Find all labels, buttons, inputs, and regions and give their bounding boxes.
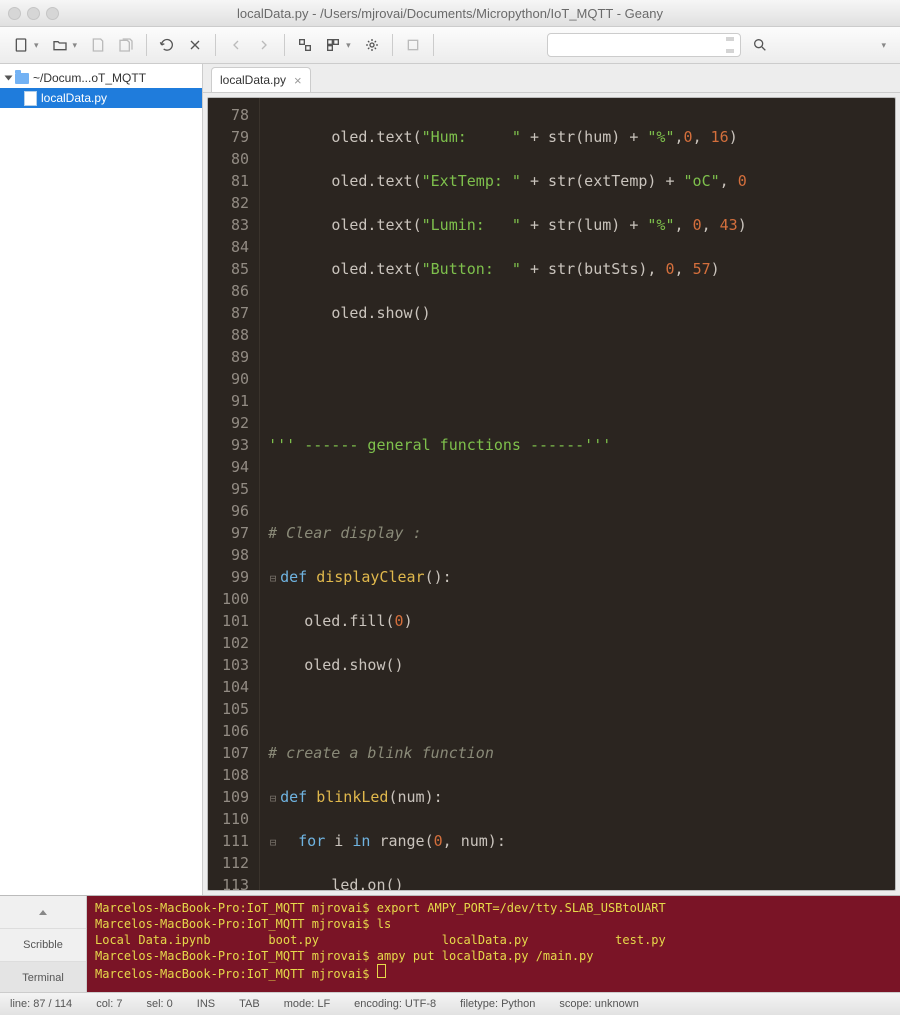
save-all-button[interactable] bbox=[113, 32, 139, 58]
toolbar-sep bbox=[146, 34, 147, 56]
status-enc: encoding: UTF-8 bbox=[354, 998, 436, 1010]
status-scope: scope: unknown bbox=[559, 998, 639, 1010]
build-dropdown[interactable]: ▾ bbox=[346, 40, 351, 51]
status-line: line: 87 / 114 bbox=[10, 998, 72, 1010]
open-button[interactable] bbox=[47, 32, 73, 58]
editor-tab[interactable]: localData.py × bbox=[211, 67, 311, 92]
search-caps-icon bbox=[726, 37, 734, 53]
code-text[interactable]: oled.text("Hum: " + str(hum) + "%",0, 16… bbox=[260, 98, 747, 890]
zoom-dot[interactable] bbox=[46, 7, 59, 20]
terminal-output[interactable]: Marcelos-MacBook-Pro:IoT_MQTT mjrovai$ e… bbox=[87, 896, 900, 992]
disclose-icon bbox=[5, 76, 13, 81]
tab-close-icon[interactable]: × bbox=[294, 73, 302, 88]
code-editor[interactable]: 7879808182838485868788899091929394959697… bbox=[207, 97, 896, 891]
file-tree: ~/Docum...oT_MQTT localData.py bbox=[0, 64, 202, 112]
status-tab: TAB bbox=[239, 998, 260, 1010]
minimize-dot[interactable] bbox=[27, 7, 40, 20]
sidebar: ~/Docum...oT_MQTT localData.py bbox=[0, 64, 203, 895]
compile-button[interactable] bbox=[292, 32, 318, 58]
run-button[interactable] bbox=[359, 32, 385, 58]
main-body: ~/Docum...oT_MQTT localData.py localData… bbox=[0, 64, 900, 895]
toolbar: ▾ ▾ ▾ ▾ bbox=[0, 27, 900, 64]
new-file-button[interactable] bbox=[8, 32, 34, 58]
editor-area: localData.py × 7879808182838485868788899… bbox=[203, 64, 900, 895]
file-icon bbox=[24, 91, 37, 106]
color-picker-button[interactable] bbox=[400, 32, 426, 58]
editor-tabbar: localData.py × bbox=[203, 64, 900, 93]
tab-scribble[interactable]: Scribble bbox=[0, 929, 86, 962]
status-bar: line: 87 / 114 col: 7 sel: 0 INS TAB mod… bbox=[0, 992, 900, 1015]
tab-terminal[interactable]: Terminal bbox=[0, 962, 86, 995]
app-window: localData.py - /Users/mjrovai/Documents/… bbox=[0, 0, 900, 1015]
toolbar-sep bbox=[284, 34, 285, 56]
tree-folder-row[interactable]: ~/Docum...oT_MQTT bbox=[0, 68, 202, 88]
status-ins: INS bbox=[197, 998, 215, 1010]
bottom-tabs-collapse[interactable] bbox=[0, 896, 86, 929]
terminal-cursor bbox=[377, 964, 386, 978]
status-filetype: filetype: Python bbox=[460, 998, 535, 1010]
tab-label: localData.py bbox=[220, 73, 286, 87]
window-title: localData.py - /Users/mjrovai/Documents/… bbox=[0, 6, 900, 21]
save-button[interactable] bbox=[85, 32, 111, 58]
nav-fwd-button[interactable] bbox=[251, 32, 277, 58]
search-input[interactable] bbox=[547, 33, 741, 57]
close-dot[interactable] bbox=[8, 7, 21, 20]
reload-button[interactable] bbox=[154, 32, 180, 58]
line-gutter: 7879808182838485868788899091929394959697… bbox=[208, 98, 260, 890]
status-sel: sel: 0 bbox=[146, 998, 172, 1010]
toolbar-overflow[interactable]: ▾ bbox=[881, 40, 886, 51]
search-button[interactable] bbox=[747, 32, 773, 58]
open-dropdown[interactable]: ▾ bbox=[73, 40, 78, 51]
folder-label: ~/Docum...oT_MQTT bbox=[33, 71, 146, 85]
chevron-up-icon bbox=[39, 910, 47, 915]
nav-back-button[interactable] bbox=[223, 32, 249, 58]
folder-icon bbox=[15, 73, 29, 84]
toolbar-sep bbox=[215, 34, 216, 56]
bottom-panel: Scribble Terminal Marcelos-MacBook-Pro:I… bbox=[0, 895, 900, 992]
new-file-dropdown[interactable]: ▾ bbox=[34, 40, 39, 51]
toolbar-sep bbox=[392, 34, 393, 56]
close-file-button[interactable] bbox=[182, 32, 208, 58]
file-label: localData.py bbox=[41, 91, 107, 105]
tree-file-row[interactable]: localData.py bbox=[0, 88, 202, 108]
toolbar-sep bbox=[433, 34, 434, 56]
titlebar: localData.py - /Users/mjrovai/Documents/… bbox=[0, 0, 900, 27]
status-mode: mode: LF bbox=[284, 998, 330, 1010]
build-button[interactable] bbox=[320, 32, 346, 58]
status-col: col: 7 bbox=[96, 998, 122, 1010]
window-controls bbox=[8, 7, 59, 20]
bottom-tabs: Scribble Terminal bbox=[0, 896, 87, 992]
